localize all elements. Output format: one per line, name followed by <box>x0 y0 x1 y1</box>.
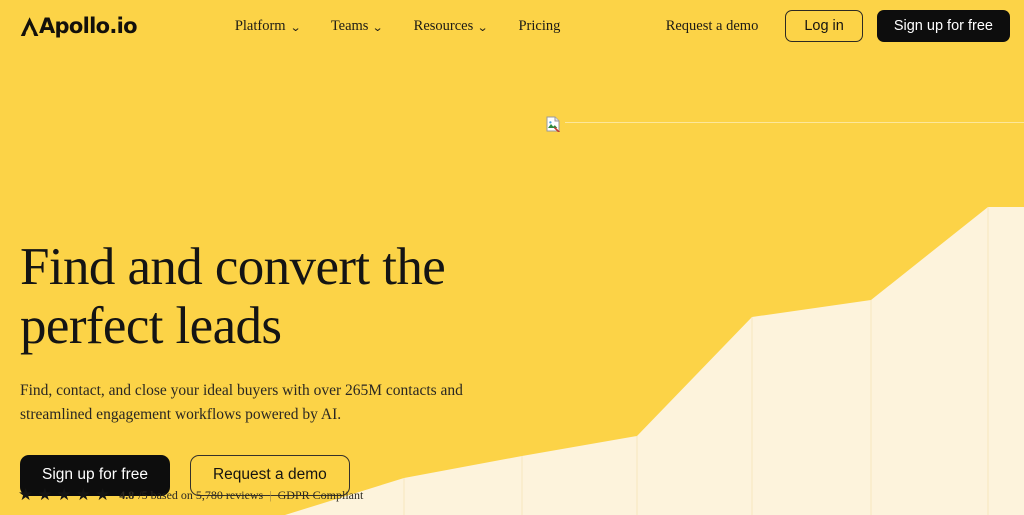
nav-item-platform-label: Platform <box>234 17 286 34</box>
request-demo-link[interactable]: Request a demo <box>666 18 759 35</box>
site-header: Apollo.io Platform ⌄ Teams ⌄ Resources ⌄… <box>0 0 1024 52</box>
broken-image-icon <box>546 116 561 132</box>
star-icon: ★ <box>95 485 111 505</box>
chevron-down-icon: ⌄ <box>289 20 301 34</box>
broken-image-placeholder <box>545 113 1024 135</box>
logo-apollo[interactable]: Apollo.io <box>20 13 138 38</box>
chevron-down-icon: ⌄ <box>477 20 489 34</box>
login-button[interactable]: Log in <box>785 10 863 42</box>
star-icon: ★ <box>75 485 91 505</box>
hero-title-line-1: Find and convert the <box>20 238 446 296</box>
nav-item-teams-label: Teams <box>330 17 369 34</box>
hero-section: Find and convert the perfect leads Find,… <box>0 238 520 496</box>
header-actions: Request a demo Log in Sign up for free <box>666 10 1010 42</box>
rating-strip: ★ ★ ★ ★ ★ 4.8/5 based on 5,780 reviews | GDP… <box>18 487 363 504</box>
page-title: Find and convert the perfect leads <box>20 238 460 357</box>
apollo-triangle-mark-icon <box>20 16 39 36</box>
chevron-down-icon: ⌄ <box>372 20 384 34</box>
rating-score: 4.8 <box>119 488 135 502</box>
nav-item-pricing-label: Pricing <box>518 17 561 34</box>
star-icon: ★ <box>37 485 53 505</box>
nav-item-teams[interactable]: Teams ⌄ <box>330 17 384 35</box>
nav-item-platform[interactable]: Platform ⌄ <box>234 17 301 35</box>
rating-text: 4.8/5 based on 5,780 reviews | GDPR Comp… <box>119 488 363 503</box>
star-icon: ★ <box>18 485 34 505</box>
rating-score-suffix: /5 based on 5,780 reviews <box>138 488 264 502</box>
gdpr-compliant-label: GDPR Compliant <box>277 488 364 502</box>
nav-item-pricing[interactable]: Pricing <box>518 18 560 35</box>
star-icon: ★ <box>56 485 72 505</box>
signup-button-header[interactable]: Sign up for free <box>876 10 1010 42</box>
hero-title-line-2: perfect leads <box>20 297 282 356</box>
star-rating-icons: ★ ★ ★ ★ ★ <box>18 487 110 504</box>
nav-item-resources-label: Resources <box>413 17 474 34</box>
broken-image-rule <box>565 122 1024 123</box>
nav-item-resources[interactable]: Resources ⌄ <box>413 17 489 35</box>
rating-divider: | <box>269 488 272 502</box>
logo-text: Apollo.io <box>39 13 138 38</box>
primary-navigation: Platform ⌄ Teams ⌄ Resources ⌄ Pricing <box>235 18 561 35</box>
hero-subtitle: Find, contact, and close your ideal buye… <box>20 381 463 424</box>
